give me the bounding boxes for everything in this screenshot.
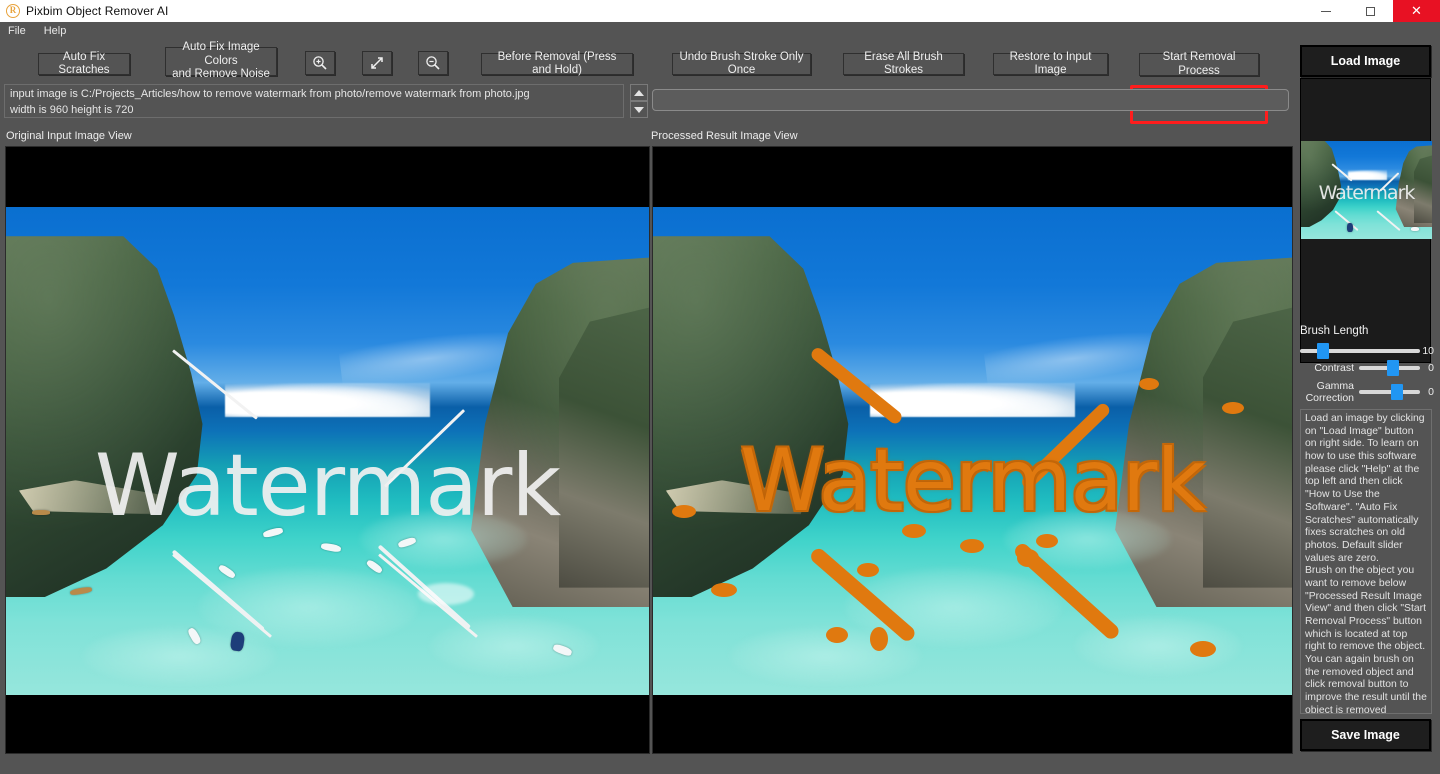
gamma-correction-value: 0 <box>1428 386 1434 399</box>
boat-wake <box>417 582 474 605</box>
brush-dab <box>1138 377 1159 390</box>
input-image-path: input image is C:/Projects_Articles/how … <box>10 88 530 100</box>
auto-fix-colors-line1: Auto Fix Image Colors <box>182 40 260 67</box>
help-text-panel: Load an image by clicking on "Load Image… <box>1300 409 1432 714</box>
gamma-correction-knob[interactable] <box>1390 384 1403 401</box>
info-strip: input image is C:/Projects_Articles/how … <box>0 84 1295 120</box>
zoom-out-button[interactable] <box>418 51 448 75</box>
reef-patch <box>430 616 598 676</box>
erase-all-brush-strokes-button[interactable]: Erase All Brush Strokes <box>843 51 964 76</box>
minimize-icon <box>1320 10 1331 12</box>
save-image-button[interactable]: Save Image <box>1300 719 1431 751</box>
maximize-button[interactable] <box>1348 0 1393 22</box>
triangle-up-icon <box>634 89 644 96</box>
processed-image-view-label: Processed Result Image View <box>651 130 798 142</box>
thumbnail-image: Watermark <box>1301 141 1432 239</box>
cloud-band <box>870 382 1075 417</box>
menu-item-help[interactable]: Help <box>44 24 75 38</box>
brush-length-knob[interactable] <box>1316 343 1329 359</box>
contrast-slider[interactable]: Contrast 0 <box>1300 360 1434 377</box>
toolbar: Auto Fix Scratches Auto Fix Image Colors… <box>0 40 1295 124</box>
window-title: Pixbim Object Remover AI <box>26 4 169 18</box>
close-icon: ✕ <box>1411 3 1422 18</box>
gamma-correction-track[interactable] <box>1359 384 1420 401</box>
original-image-view[interactable]: Watermark <box>5 146 650 754</box>
minimize-button[interactable] <box>1303 0 1348 22</box>
brush-dab <box>710 582 737 597</box>
brush-dab <box>959 538 984 553</box>
input-image-info: input image is C:/Projects_Articles/how … <box>4 84 624 118</box>
processed-photo: Watermark <box>653 207 1292 695</box>
auto-fix-colors-button[interactable]: Auto Fix Image Colors and Remove Noise <box>165 41 277 80</box>
menu-bar: File Help <box>0 22 1440 40</box>
menu-item-file[interactable]: File <box>8 24 34 38</box>
original-image-view-label: Original Input Image View <box>6 130 132 142</box>
brushed-watermark-text: Watermark <box>739 431 1206 532</box>
title-bar: R Pixbim Object Remover AI ✕ <box>0 0 1440 22</box>
brush-dab <box>870 626 889 651</box>
brush-length-slider[interactable]: 10 <box>1300 343 1434 359</box>
brush-dab <box>825 626 848 643</box>
restore-to-input-image-button[interactable]: Restore to Input Image <box>993 51 1108 76</box>
brush-dab <box>1221 402 1244 415</box>
contrast-knob[interactable] <box>1387 360 1400 377</box>
thumb-boat <box>1411 227 1420 232</box>
undo-brush-stroke-button[interactable]: Undo Brush Stroke Only Once <box>672 51 811 76</box>
contrast-label: Contrast <box>1314 362 1354 374</box>
gamma-correction-slider[interactable]: Gamma Correction 0 <box>1300 380 1434 404</box>
zoom-in-icon <box>313 56 327 70</box>
gamma-correction-label: Gamma Correction <box>1300 380 1354 404</box>
start-removal-process-button[interactable]: Start Removal Process <box>1139 51 1259 77</box>
auto-fix-scratches-button[interactable]: Auto Fix Scratches <box>38 51 130 76</box>
progress-field[interactable] <box>652 89 1289 111</box>
zoom-out-icon <box>426 56 440 70</box>
watermark-text: Watermark <box>94 436 561 537</box>
input-image-dimensions: width is 960 height is 720 <box>10 103 134 116</box>
contrast-value: 0 <box>1428 362 1434 375</box>
help-text: Load an image by clicking on "Load Image… <box>1305 413 1427 714</box>
original-photo: Watermark <box>6 207 649 695</box>
stepper-up-button[interactable] <box>630 84 648 101</box>
zoom-in-button[interactable] <box>305 51 335 75</box>
load-image-button[interactable]: Load Image <box>1300 45 1431 77</box>
reef-patch <box>83 626 277 686</box>
value-stepper[interactable] <box>630 84 648 118</box>
thumbnail-panel[interactable]: Watermark <box>1300 78 1432 363</box>
gamma-label-line2: Correction <box>1305 392 1354 405</box>
right-sidebar: Load Image Watermark Brush Length 10 Con… <box>1295 40 1440 774</box>
maximize-icon <box>1366 6 1375 16</box>
close-button[interactable]: ✕ <box>1393 0 1440 22</box>
auto-fix-colors-line2: and Remove Noise <box>172 68 270 81</box>
contrast-track[interactable] <box>1359 360 1420 377</box>
window-controls: ✕ <box>1303 0 1440 22</box>
pixbim-logo-icon: R <box>6 4 20 18</box>
application-window: R Pixbim Object Remover AI ✕ File Help A… <box>0 0 1440 774</box>
gamma-label-line1: Gamma <box>1316 380 1354 392</box>
before-removal-button[interactable]: Before Removal (Press and Hold) <box>481 51 633 76</box>
brush-length-track[interactable] <box>1300 343 1420 359</box>
stepper-down-button[interactable] <box>630 101 648 118</box>
brush-length-label: Brush Length <box>1300 325 1369 337</box>
fit-to-screen-icon <box>371 57 383 69</box>
thumb-cloud <box>1348 170 1388 181</box>
processed-image-view[interactable]: Watermark <box>652 146 1293 754</box>
fit-to-screen-button[interactable] <box>362 51 392 75</box>
thumbnail-watermark-text: Watermark <box>1318 182 1416 205</box>
cloud-band <box>224 382 431 417</box>
brush-length-value: 10 <box>1422 345 1434 357</box>
triangle-down-icon <box>634 106 644 113</box>
thumb-boat <box>1346 223 1353 233</box>
